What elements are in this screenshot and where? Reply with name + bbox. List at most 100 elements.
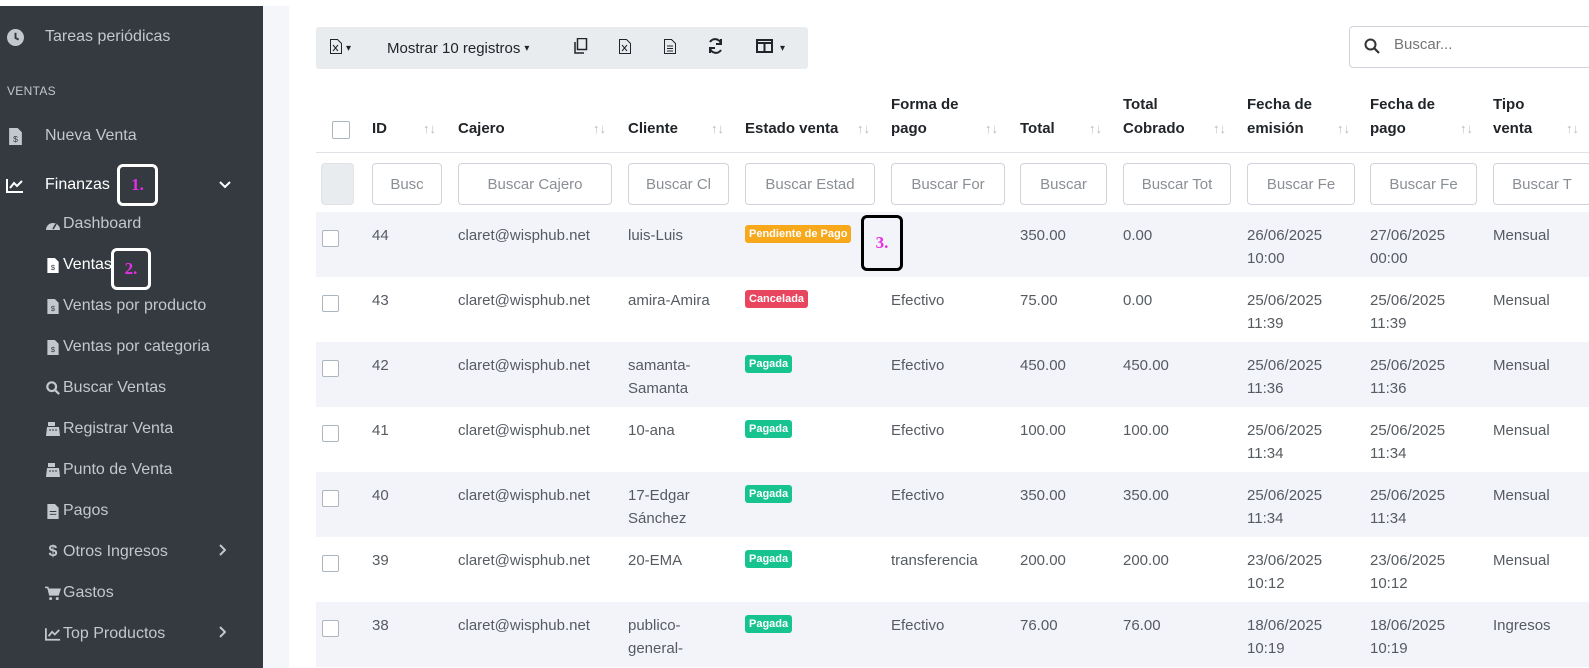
sort-icon[interactable]: ↑↓ — [1337, 121, 1350, 136]
chevron-right-icon[interactable] — [218, 625, 227, 643]
sort-icon[interactable]: ↑↓ — [593, 121, 606, 136]
column-header-estado-venta[interactable]: Estado venta — [745, 93, 838, 141]
row-checkbox[interactable] — [322, 230, 339, 247]
filter-input-total-cobrado[interactable]: Buscar Tot — [1123, 163, 1231, 205]
sidebar-subitem-label: Buscar Ventas — [63, 379, 167, 396]
sidebar-subitem-registrar-venta[interactable]: Registrar Venta — [45, 414, 173, 444]
chevron-right-icon[interactable] — [218, 543, 227, 561]
sidebar-item-nueva-venta[interactable]: $ Nueva Venta — [0, 119, 263, 155]
row-checkbox[interactable] — [322, 490, 339, 507]
table-row[interactable]: 39 claret@wisphub.net 20-EMA Pagada transfer… — [316, 537, 1589, 602]
table-row[interactable]: 38 claret@wisphub.net publico-general- Paga… — [316, 602, 1589, 667]
sort-icon[interactable]: ↑↓ — [1460, 121, 1473, 136]
chevron-down-icon[interactable] — [219, 177, 231, 193]
show-records-dropdown[interactable]: Mostrar 10 registros ▾ — [387, 27, 529, 69]
sidebar-subitem-punto-de-venta[interactable]: Punto de Venta — [45, 455, 172, 485]
sort-icon[interactable]: ↑↓ — [985, 121, 998, 136]
sidebar-subitem-buscar-ventas[interactable]: Buscar Ventas — [45, 373, 166, 403]
filter-input-forma-de-pago[interactable]: Buscar For — [891, 163, 1005, 205]
row-checkbox[interactable] — [322, 360, 339, 377]
sort-icon[interactable]: ↑↓ — [1213, 121, 1226, 136]
cell-fecha-emision: 18/06/2025 10:19 — [1247, 614, 1322, 660]
columns-dropdown-button[interactable]: ▾ — [756, 27, 785, 69]
copy-button[interactable] — [574, 27, 588, 69]
cell-tipo-venta: Mensual — [1493, 292, 1550, 309]
filter-input-fecha-emision[interactable]: Buscar Fe — [1247, 163, 1355, 205]
row-checkbox[interactable] — [322, 425, 339, 442]
filter-input-estado-venta[interactable]: Buscar Estad — [745, 163, 875, 205]
sidebar-subitem-otros-ingresos[interactable]: $ Otros Ingresos — [45, 537, 227, 567]
column-header-line2: Cliente — [628, 120, 679, 137]
sidebar-subitem-ventas-por-producto[interactable]: $ Ventas por producto — [45, 291, 206, 321]
table-row[interactable]: 42 claret@wisphub.net samanta- Samanta Pagad… — [316, 342, 1589, 407]
caret-down-icon: ▾ — [346, 42, 352, 54]
csv-icon — [664, 38, 676, 58]
column-header-tipo-venta[interactable]: Tipo venta — [1493, 93, 1532, 141]
column-header-cliente[interactable]: Cliente — [628, 93, 678, 141]
row-checkbox[interactable] — [322, 555, 339, 572]
column-header-fecha-emision[interactable]: Fecha de emisión — [1247, 93, 1312, 141]
sidebar-item-tareas-periodicas[interactable]: Tareas periódicas — [0, 20, 263, 56]
search-input[interactable] — [1392, 35, 1589, 54]
table-row[interactable]: 44 claret@wisphub.net luis-Luis Pendiente d… — [316, 212, 1589, 277]
sidebar-subitem-pagos[interactable]: Pagos — [45, 496, 108, 526]
search-field[interactable] — [1349, 26, 1589, 68]
cell-line: 11:34 — [1247, 510, 1284, 527]
table-row[interactable]: 43 claret@wisphub.net amira-Amira Cancelada… — [316, 277, 1589, 342]
filter-input-id[interactable]: Busc — [372, 163, 442, 205]
cell-total: 350.00 — [1020, 487, 1066, 504]
cell-tipo-venta: Mensual — [1493, 487, 1550, 504]
cell-cajero: claret@wisphub.net — [458, 422, 590, 439]
filter-input-total[interactable]: Buscar — [1020, 163, 1107, 205]
cell-line: Sánchez — [628, 510, 687, 527]
sort-icon[interactable]: ↑↓ — [857, 121, 870, 136]
row-checkbox[interactable] — [322, 620, 339, 637]
sort-icon[interactable]: ↑↓ — [1566, 121, 1579, 136]
cell-total-cobrado: 200.00 — [1123, 552, 1169, 569]
excel-icon — [619, 38, 631, 58]
column-header-total[interactable]: Total — [1020, 93, 1055, 141]
cell-line: 18/06/2025 — [1370, 617, 1446, 634]
column-header-fecha-pago[interactable]: Fecha de pago — [1370, 93, 1435, 141]
sidebar-subitem-label: Pagos — [63, 502, 109, 519]
excel-button[interactable] — [619, 27, 631, 69]
sidebar-subitem-ventas[interactable]: $ Ventas — [45, 250, 112, 280]
cell-line: 23/06/2025 — [1247, 552, 1323, 569]
cell-cajero: claret@wisphub.net — [458, 292, 590, 309]
filter-input-fecha-pago[interactable]: Buscar Fe — [1370, 163, 1477, 205]
cell-line: 10:19 — [1247, 640, 1285, 657]
cell-cliente: 17-Edgar Sánchez — [628, 484, 690, 530]
cell-fecha-pago: 25/06/2025 11:34 — [1370, 484, 1445, 530]
sort-icon[interactable]: ↑↓ — [1089, 121, 1102, 136]
column-header-line2: emisión — [1247, 120, 1304, 137]
cell-cajero: claret@wisphub.net — [458, 357, 590, 374]
filter-input-tipo-venta[interactable]: Buscar T — [1493, 163, 1589, 205]
column-header-line1: Fecha de — [1370, 96, 1436, 113]
filter-input-cajero[interactable]: Buscar Cajero — [458, 163, 612, 205]
sidebar-subitem-top-productos[interactable]: Top Productos — [45, 619, 227, 649]
sidebar-subitem-label: Dashboard — [63, 215, 142, 232]
annotation-marker-2: 2. — [111, 248, 151, 290]
column-header-forma-de-pago[interactable]: Forma de pago — [891, 93, 959, 141]
column-header-id[interactable]: ID — [372, 93, 387, 141]
refresh-button[interactable] — [707, 27, 724, 69]
table-row[interactable]: 40 claret@wisphub.net 17-Edgar Sánchez Pagad… — [316, 472, 1589, 537]
export-dropdown-button[interactable]: ▾ — [330, 27, 351, 69]
cell-fecha-emision: 25/06/2025 11:34 — [1247, 419, 1322, 465]
filter-input-cliente[interactable]: Buscar Cl — [628, 163, 729, 205]
select-all-checkbox[interactable] — [332, 121, 350, 139]
column-header-line2: venta — [1493, 120, 1533, 137]
sort-icon[interactable]: ↑↓ — [423, 121, 436, 136]
sidebar-subitem-dashboard[interactable]: Dashboard — [45, 209, 141, 239]
column-header-total-cobrado[interactable]: Total Cobrado — [1123, 93, 1185, 141]
sort-icon[interactable]: ↑↓ — [711, 121, 724, 136]
header-divider — [316, 152, 1589, 153]
table-row[interactable]: 41 claret@wisphub.net 10-ana Pagada Efectivo… — [316, 407, 1589, 472]
cell-cliente: luis-Luis — [628, 224, 683, 247]
sidebar-subitem-ventas-por-categoria[interactable]: $ Ventas por categoria — [45, 332, 210, 362]
sidebar-subitem-gastos[interactable]: Gastos — [45, 578, 114, 608]
column-header-cajero[interactable]: Cajero — [458, 93, 505, 141]
cell-line: 00:00 — [1370, 250, 1408, 267]
csv-button[interactable] — [664, 27, 676, 69]
row-checkbox[interactable] — [322, 295, 339, 312]
